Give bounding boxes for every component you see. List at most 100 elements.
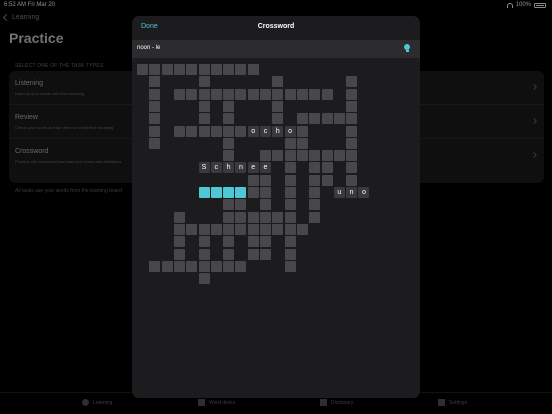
crossword-cell[interactable] xyxy=(309,174,321,186)
crossword-cell[interactable] xyxy=(296,88,308,100)
crossword-cell[interactable] xyxy=(284,236,296,248)
letter-cell[interactable]: u xyxy=(333,187,345,198)
crossword-cell[interactable] xyxy=(223,211,235,223)
crossword-cell[interactable] xyxy=(198,223,210,235)
crossword-cell[interactable] xyxy=(235,125,247,137)
crossword-cell[interactable] xyxy=(210,260,222,272)
crossword-cell[interactable] xyxy=(272,150,284,162)
crossword-cell[interactable] xyxy=(272,211,284,223)
letter-cell[interactable]: n xyxy=(235,162,247,174)
crossword-cell[interactable] xyxy=(173,260,185,272)
letter-cell[interactable]: o xyxy=(358,187,370,198)
crossword-cell[interactable] xyxy=(149,113,161,125)
crossword-cell[interactable] xyxy=(198,236,210,248)
crossword-cell[interactable] xyxy=(186,64,198,75)
crossword-cell[interactable] xyxy=(223,125,235,137)
crossword-cell[interactable] xyxy=(198,113,210,125)
crossword-cell[interactable] xyxy=(186,125,198,137)
crossword-cell[interactable] xyxy=(173,248,185,260)
crossword-cell[interactable] xyxy=(198,248,210,260)
crossword-cell[interactable] xyxy=(309,88,321,100)
crossword-cell[interactable] xyxy=(346,174,358,186)
crossword-cell[interactable] xyxy=(223,113,235,125)
crossword-cell[interactable] xyxy=(223,137,235,149)
crossword-cell[interactable] xyxy=(346,125,358,137)
crossword-cell[interactable] xyxy=(346,150,358,162)
crossword-cell[interactable] xyxy=(309,150,321,162)
crossword-cell[interactable] xyxy=(247,88,259,100)
crossword-cell[interactable] xyxy=(321,113,333,125)
crossword-cell[interactable] xyxy=(321,174,333,186)
crossword-cell[interactable] xyxy=(198,88,210,100)
crossword-cell[interactable] xyxy=(149,100,161,112)
crossword-cell[interactable] xyxy=(223,150,235,162)
crossword-cell[interactable] xyxy=(333,113,345,125)
crossword-cell[interactable] xyxy=(284,260,296,272)
crossword-cell[interactable] xyxy=(260,88,271,100)
crossword-cell[interactable] xyxy=(284,150,296,162)
crossword-cell[interactable] xyxy=(210,64,222,75)
crossword-cell[interactable] xyxy=(260,248,271,260)
crossword-cell[interactable] xyxy=(346,113,358,125)
crossword-cell[interactable] xyxy=(223,248,235,260)
crossword-cell[interactable] xyxy=(235,211,247,223)
crossword-cell[interactable] xyxy=(272,100,284,112)
crossword-cell[interactable] xyxy=(235,199,247,211)
crossword-cell[interactable] xyxy=(198,76,210,88)
crossword-cell[interactable] xyxy=(260,199,271,211)
crossword-cell[interactable] xyxy=(198,260,210,272)
crossword-cell[interactable] xyxy=(186,260,198,272)
crossword-cell[interactable] xyxy=(309,187,321,198)
crossword-cell[interactable] xyxy=(321,88,333,100)
crossword-cell[interactable] xyxy=(247,174,259,186)
crossword-cell[interactable] xyxy=(309,162,321,174)
crossword-cell[interactable] xyxy=(346,137,358,149)
crossword-cell[interactable] xyxy=(346,100,358,112)
crossword-cell[interactable] xyxy=(198,125,210,137)
crossword-cell[interactable] xyxy=(173,223,185,235)
crossword-cell[interactable] xyxy=(198,64,210,75)
crossword-cell[interactable] xyxy=(173,125,185,137)
crossword-cell[interactable] xyxy=(149,76,161,88)
crossword-cell[interactable] xyxy=(272,76,284,88)
crossword-cell[interactable] xyxy=(247,64,259,75)
crossword-cell[interactable] xyxy=(284,162,296,174)
letter-cell[interactable]: o xyxy=(247,125,259,137)
crossword-cell[interactable] xyxy=(223,100,235,112)
crossword-cell[interactable] xyxy=(210,125,222,137)
crossword-cell[interactable] xyxy=(247,223,259,235)
crossword-cell[interactable] xyxy=(235,223,247,235)
crossword-cell[interactable] xyxy=(161,64,173,75)
letter-cell[interactable]: S xyxy=(198,162,210,174)
crossword-cell[interactable] xyxy=(161,260,173,272)
active-answer-cell[interactable] xyxy=(198,187,210,198)
crossword-cell[interactable] xyxy=(296,113,308,125)
crossword-cell[interactable] xyxy=(149,125,161,137)
crossword-cell[interactable] xyxy=(210,88,222,100)
active-answer-cell[interactable] xyxy=(235,187,247,198)
crossword-cell[interactable] xyxy=(173,88,185,100)
crossword-cell[interactable] xyxy=(223,88,235,100)
crossword-cell[interactable] xyxy=(284,199,296,211)
crossword-cell[interactable] xyxy=(284,88,296,100)
crossword-cell[interactable] xyxy=(284,211,296,223)
crossword-cell[interactable] xyxy=(186,88,198,100)
crossword-cell[interactable] xyxy=(223,260,235,272)
crossword-cell[interactable] xyxy=(346,76,358,88)
crossword-cell[interactable] xyxy=(296,150,308,162)
crossword-cell[interactable] xyxy=(272,88,284,100)
crossword-cell[interactable] xyxy=(296,137,308,149)
crossword-cell[interactable] xyxy=(198,100,210,112)
crossword-cell[interactable] xyxy=(309,199,321,211)
letter-cell[interactable]: c xyxy=(210,162,222,174)
letter-cell[interactable]: e xyxy=(247,162,259,174)
crossword-cell[interactable] xyxy=(149,137,161,149)
crossword-cell[interactable] xyxy=(186,223,198,235)
crossword-cell[interactable] xyxy=(149,260,161,272)
crossword-cell[interactable] xyxy=(210,223,222,235)
crossword-cell[interactable] xyxy=(223,199,235,211)
letter-cell[interactable]: h xyxy=(272,125,284,137)
crossword-cell[interactable] xyxy=(260,187,271,198)
crossword-cell[interactable] xyxy=(235,64,247,75)
crossword-cell[interactable] xyxy=(296,223,308,235)
